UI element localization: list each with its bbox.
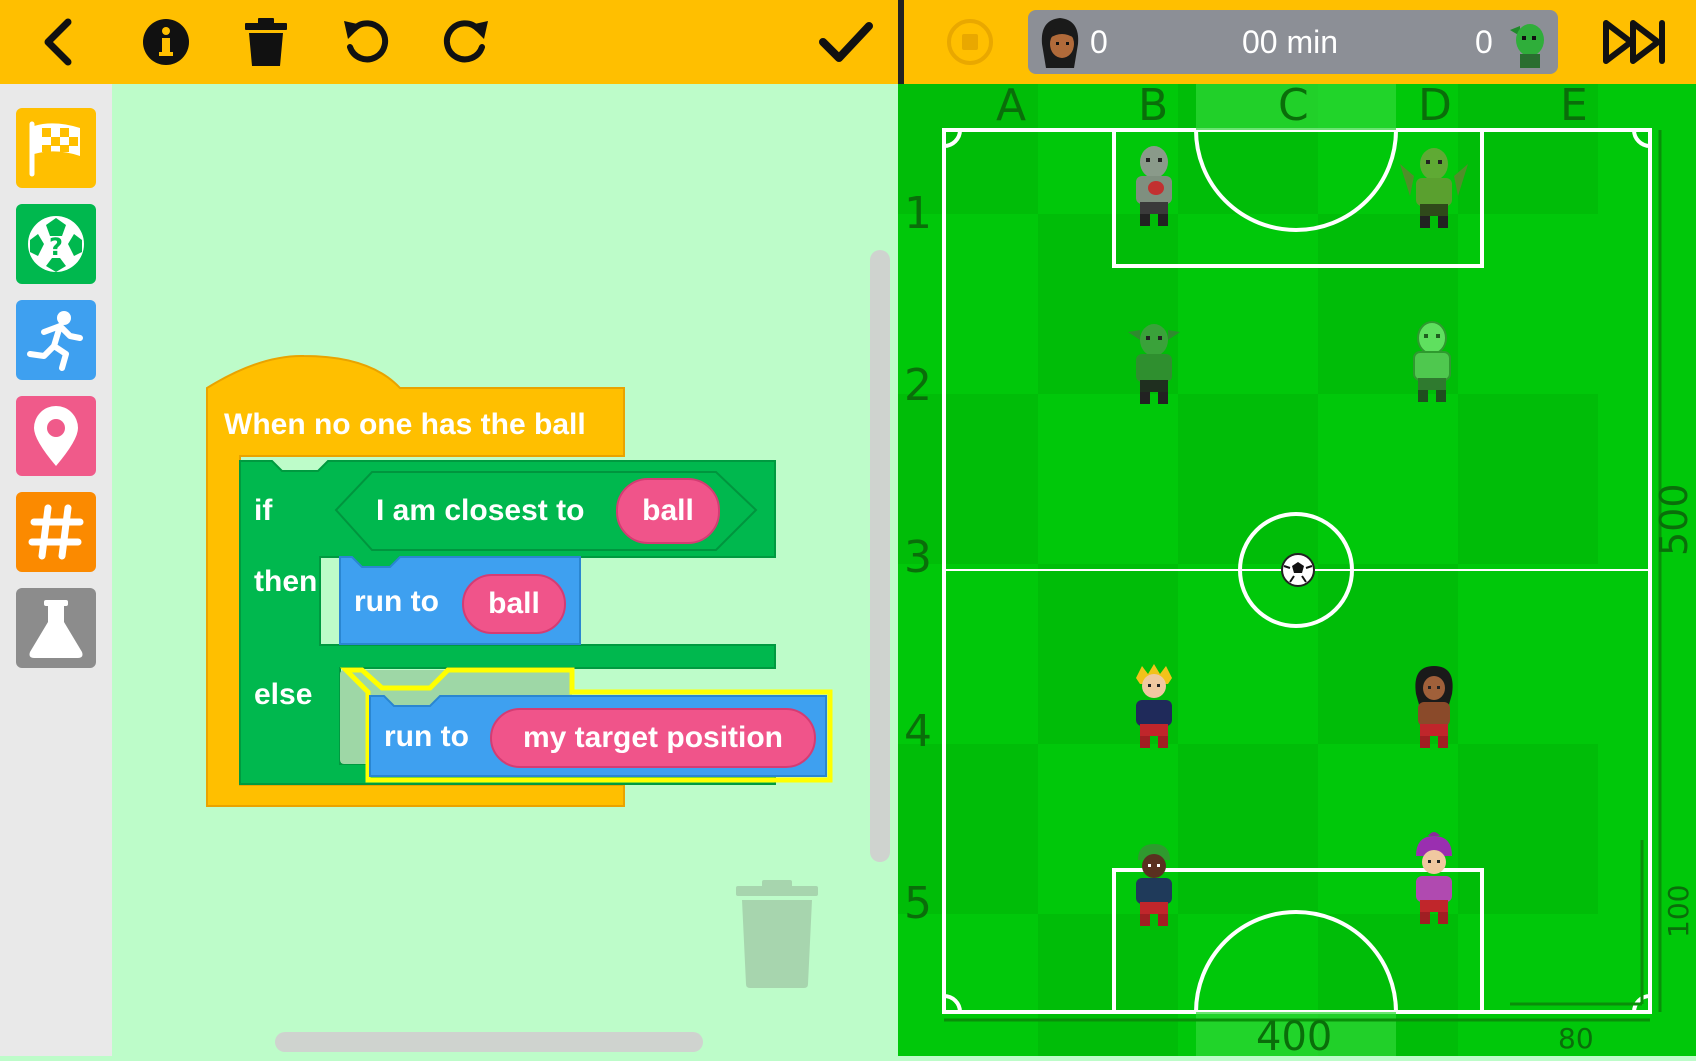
condition-label: I am closest to bbox=[376, 494, 585, 527]
then-action-label: run to bbox=[354, 585, 439, 618]
then-target-pill[interactable]: ball bbox=[462, 574, 566, 634]
stop-button[interactable] bbox=[938, 10, 1002, 74]
stop-icon bbox=[947, 19, 993, 65]
opponent-avatar-icon bbox=[1510, 24, 1544, 68]
block-palette: ? bbox=[0, 84, 112, 1056]
chevron-left-icon bbox=[44, 18, 72, 66]
box-height-label: 100 bbox=[1662, 884, 1695, 938]
opponent-ghost-d2-icon[interactable] bbox=[1404, 320, 1460, 404]
flask-icon bbox=[29, 600, 83, 658]
row-label-5: 5 bbox=[904, 878, 932, 929]
soccer-ball-icon[interactable] bbox=[1280, 552, 1316, 588]
info-icon bbox=[143, 19, 189, 65]
soccer-ball-question-icon: ? bbox=[28, 216, 84, 272]
redo-icon bbox=[443, 20, 488, 63]
workspace-horizontal-scrollbar[interactable] bbox=[275, 1032, 703, 1052]
opponent-dragon-d1-icon[interactable] bbox=[1396, 146, 1472, 228]
player-avatar-icon bbox=[1041, 18, 1079, 68]
condition-target-pill[interactable]: ball bbox=[616, 478, 720, 544]
category-ball[interactable]: ? bbox=[16, 204, 96, 284]
else-action-label: run to bbox=[384, 720, 469, 753]
redo-button[interactable] bbox=[434, 10, 498, 74]
score-left: 0 bbox=[1090, 24, 1108, 60]
category-start[interactable] bbox=[16, 108, 96, 188]
category-experiment[interactable] bbox=[16, 588, 96, 668]
then-label: then bbox=[254, 565, 318, 598]
field-width-label: 400 bbox=[1256, 1014, 1333, 1060]
workspace-vertical-scrollbar[interactable] bbox=[870, 250, 890, 862]
fast-forward-button[interactable] bbox=[1594, 10, 1674, 74]
info-button[interactable] bbox=[134, 10, 198, 74]
category-movement[interactable] bbox=[16, 300, 96, 380]
player-purple-hair-d5-icon[interactable] bbox=[1406, 830, 1462, 928]
score-panel: 0 00 min 0 bbox=[1028, 10, 1558, 74]
location-pin-icon bbox=[34, 406, 78, 466]
row-label-1: 1 bbox=[904, 188, 932, 239]
category-numbers[interactable] bbox=[16, 492, 96, 572]
category-position[interactable] bbox=[16, 396, 96, 476]
else-label: else bbox=[254, 678, 313, 711]
row-label-2: 2 bbox=[904, 360, 932, 411]
col-label-c: C bbox=[1278, 80, 1309, 131]
player-dreadlocks-b5-icon[interactable] bbox=[1126, 842, 1182, 928]
undo-icon bbox=[344, 20, 389, 63]
box-width-label: 80 bbox=[1558, 1022, 1594, 1055]
delete-button[interactable] bbox=[234, 10, 298, 74]
score-right: 0 bbox=[1475, 24, 1493, 60]
col-label-a: A bbox=[996, 80, 1027, 131]
confirm-button[interactable] bbox=[814, 10, 878, 74]
else-target-pill[interactable]: my target position bbox=[490, 708, 816, 768]
col-label-b: B bbox=[1138, 80, 1169, 131]
back-button[interactable] bbox=[26, 10, 90, 74]
trash-icon bbox=[245, 18, 287, 66]
fast-forward-icon bbox=[1603, 20, 1665, 64]
match-timer: 00 min bbox=[1242, 24, 1339, 60]
editor-toolbar bbox=[0, 0, 898, 84]
undo-button[interactable] bbox=[334, 10, 398, 74]
row-label-3: 3 bbox=[904, 532, 932, 583]
running-person-icon bbox=[27, 311, 83, 371]
row-label-4: 4 bbox=[904, 706, 932, 757]
checkmark-icon bbox=[819, 22, 873, 62]
event-label: When no one has the ball bbox=[224, 408, 586, 441]
player-girl-d4-icon[interactable] bbox=[1408, 664, 1460, 750]
player-blonde-b4-icon[interactable] bbox=[1126, 664, 1182, 750]
col-label-e: E bbox=[1560, 80, 1588, 131]
hash-icon bbox=[28, 504, 84, 560]
if-label: if bbox=[254, 494, 273, 527]
opponent-orc-b2-icon[interactable] bbox=[1126, 322, 1182, 404]
field-height-label: 500 bbox=[1652, 483, 1696, 556]
svg-text:?: ? bbox=[49, 233, 63, 261]
opponent-zombie-b1-icon[interactable] bbox=[1126, 144, 1182, 228]
col-label-d: D bbox=[1418, 80, 1452, 131]
checkered-flag-icon bbox=[29, 121, 80, 177]
workspace-trash-icon[interactable] bbox=[734, 880, 820, 988]
